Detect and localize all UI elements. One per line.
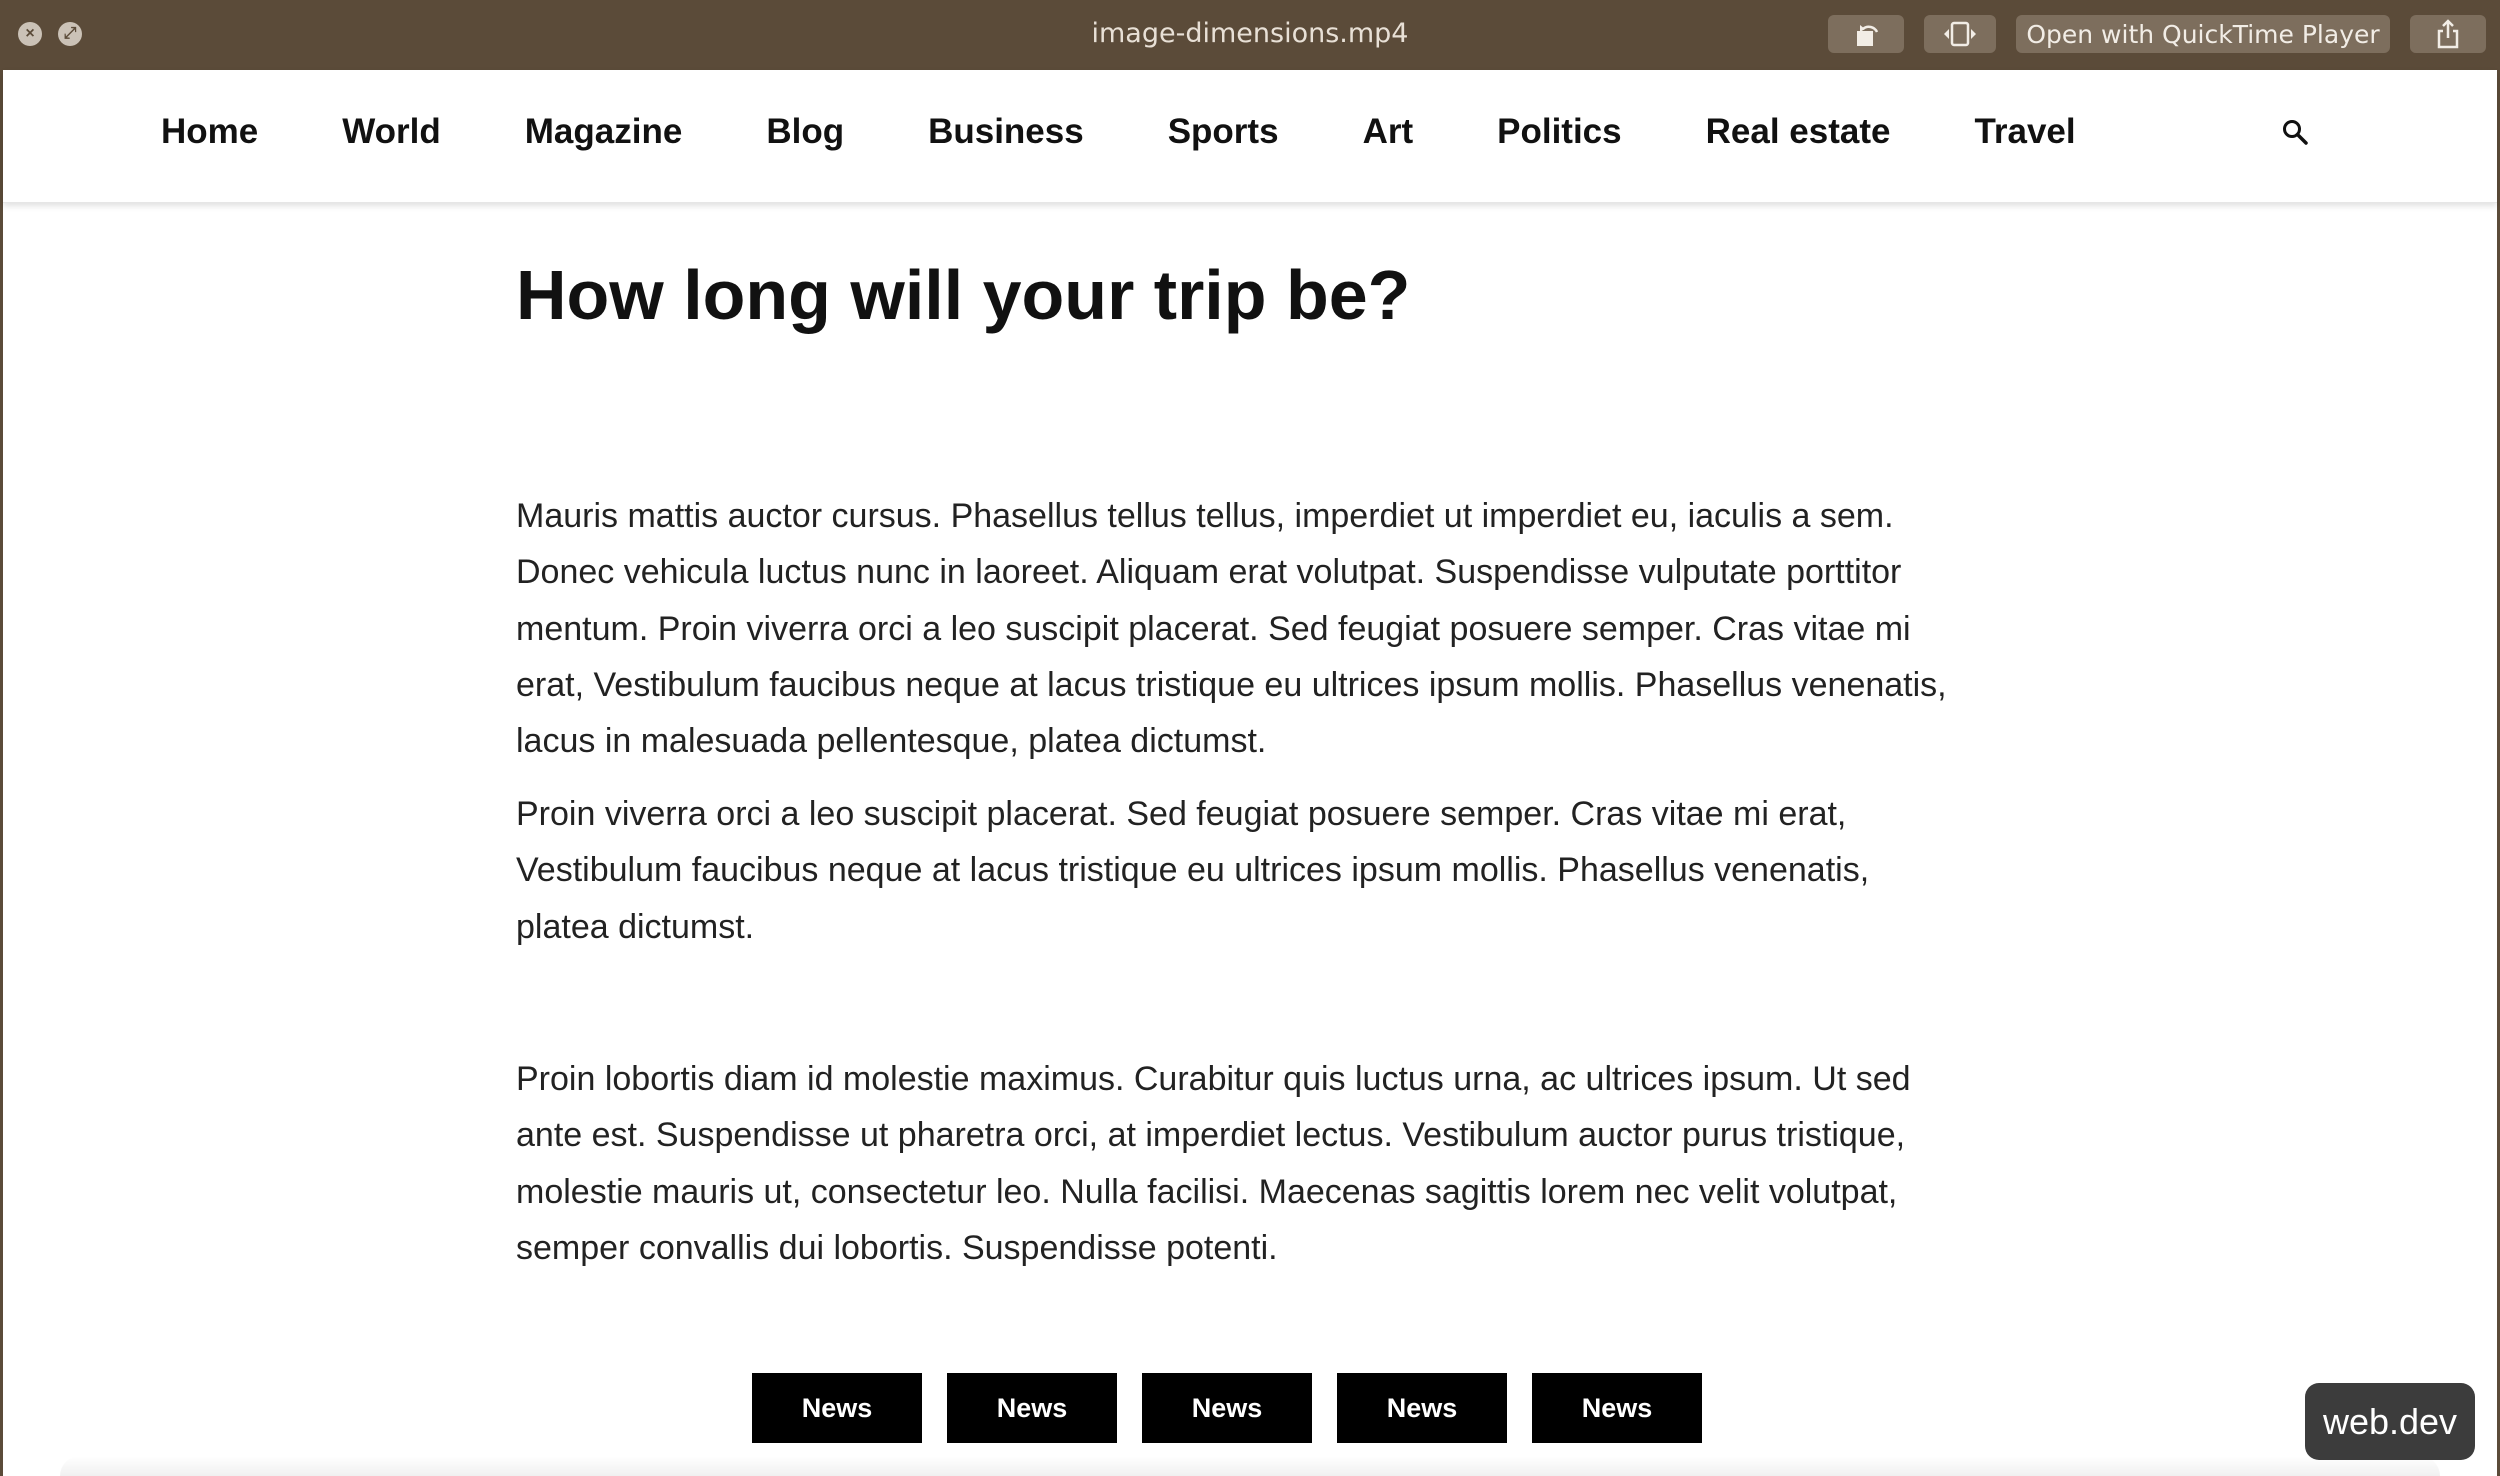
nav-item-politics[interactable]: Politics xyxy=(1497,112,1621,152)
nav-item-real-estate[interactable]: Real estate xyxy=(1706,112,1891,152)
tag-list: News News News News News xyxy=(752,1373,1702,1443)
article: How long will your trip be? Mauris matti… xyxy=(516,250,1956,1267)
open-with-quicktime-button[interactable]: Open with QuickTime Player xyxy=(2016,15,2390,53)
nav-item-sports[interactable]: Sports xyxy=(1168,112,1279,152)
window-frame-left xyxy=(0,70,3,1476)
page-title: How long will your trip be? xyxy=(516,256,1411,334)
site-navbar: Home World Magazine Blog Business Sports… xyxy=(3,70,2497,203)
article-paragraph: Proin lobortis diam id molestie maximus.… xyxy=(516,1060,1911,1267)
tag-news[interactable]: News xyxy=(1337,1373,1507,1443)
nav-item-magazine[interactable]: Magazine xyxy=(525,112,683,152)
tag-news[interactable]: News xyxy=(752,1373,922,1443)
web-dev-badge: web.dev xyxy=(2305,1383,2475,1460)
article-paragraph: Mauris mattis auctor cursus. Phasellus t… xyxy=(516,497,1947,761)
trim-icon xyxy=(1944,21,1976,47)
nav-item-world[interactable]: World xyxy=(342,112,441,152)
nav-item-home[interactable]: Home xyxy=(161,112,258,152)
nav-item-blog[interactable]: Blog xyxy=(766,112,844,152)
tag-news[interactable]: News xyxy=(1142,1373,1312,1443)
rotate-button[interactable] xyxy=(1828,15,1904,53)
bottom-shadow xyxy=(60,1456,2440,1476)
nav-item-travel[interactable]: Travel xyxy=(1974,112,2075,152)
nav-list: Home World Magazine Blog Business Sports… xyxy=(161,112,2160,152)
share-button[interactable] xyxy=(2410,15,2486,53)
quicklook-window: × ⤢ image-dimensions.mp4 Open with Quick… xyxy=(0,0,2500,1476)
nav-item-business[interactable]: Business xyxy=(928,112,1084,152)
trim-button[interactable] xyxy=(1924,15,1996,53)
rotate-icon xyxy=(1857,25,1879,46)
tag-news[interactable]: News xyxy=(947,1373,1117,1443)
search-icon[interactable] xyxy=(2281,118,2311,148)
title-bar: × ⤢ image-dimensions.mp4 Open with Quick… xyxy=(0,0,2500,70)
tag-news[interactable]: News xyxy=(1532,1373,1702,1443)
nav-item-art[interactable]: Art xyxy=(1363,112,1414,152)
article-paragraph: Proin viverra orci a leo suscipit placer… xyxy=(516,795,1870,946)
share-icon xyxy=(2437,19,2459,49)
